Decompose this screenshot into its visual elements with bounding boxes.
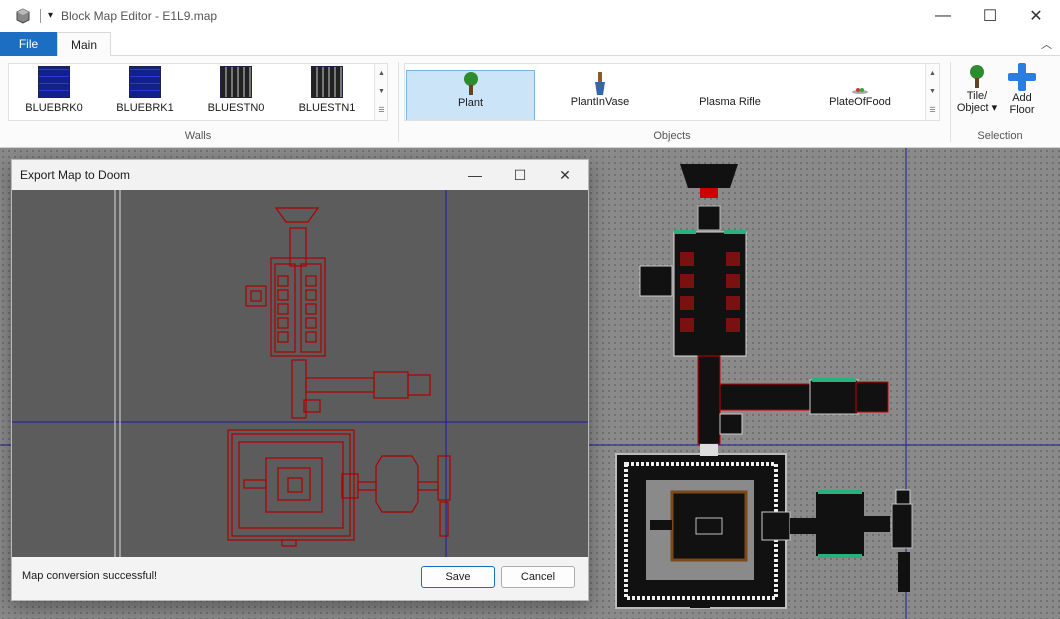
close-button[interactable]: ✕ <box>1013 0 1059 32</box>
object-item-plantinvase[interactable]: PlantInVase <box>555 70 645 120</box>
wall-label: BLUESTN0 <box>207 102 265 114</box>
wall-label: BLUEBRK1 <box>116 102 174 114</box>
bluebrk1-texture <box>129 66 161 98</box>
object-item-plateoffood[interactable]: PlateOfFood <box>815 70 905 120</box>
group-divider <box>950 62 951 142</box>
wall-item-bluebrk1[interactable]: BLUEBRK1 <box>100 66 190 120</box>
ribbon: BLUEBRK0 BLUEBRK1 BLUESTN0 BLUESTN1 ▲ ▼ … <box>0 56 1060 148</box>
walls-group-label: Walls <box>184 130 212 142</box>
title-bar: ▾ Block Map Editor - E1L9.map — ☐ ✕ <box>0 0 1060 32</box>
plus-icon <box>1008 63 1036 91</box>
object-item-plant[interactable]: Plant <box>406 70 535 120</box>
dialog-minimize-button: — <box>468 167 482 183</box>
ribbon-tabs: File Main ︿ <box>0 32 1060 57</box>
gallery-expand-icon[interactable]: ☰ <box>929 106 935 114</box>
walls-gallery-scroll[interactable]: ▲ ▼ ☰ <box>374 64 387 120</box>
dialog-close-button[interactable]: ✕ <box>542 160 588 190</box>
tab-main[interactable]: Main <box>57 32 111 57</box>
tab-file[interactable]: File <box>0 32 57 56</box>
selection-group-label: Selection <box>977 130 1023 142</box>
dialog-title: Export Map to Doom <box>20 168 131 182</box>
object-label: PlantInVase <box>570 96 630 108</box>
save-button[interactable]: Save <box>421 566 495 588</box>
add-floor-label-1: Add <box>1012 92 1032 104</box>
object-label: Plasma Rifle <box>699 96 761 108</box>
plant-icon <box>463 72 478 95</box>
plate-of-food-icon <box>852 88 868 94</box>
maximize-button[interactable]: ☐ <box>967 0 1013 32</box>
wall-label: BLUEBRK0 <box>25 102 83 114</box>
app-icon <box>16 8 30 24</box>
title-separator <box>40 9 41 23</box>
scroll-down-icon[interactable]: ▼ <box>929 88 936 95</box>
bluebrk0-texture <box>38 66 70 98</box>
object-label: Plant <box>457 97 484 109</box>
objects-gallery-scroll[interactable]: ▲ ▼ ☰ <box>925 64 939 120</box>
doom-map-preview[interactable] <box>12 190 588 557</box>
scroll-up-icon[interactable]: ▲ <box>929 70 936 77</box>
add-floor-button[interactable]: Add Floor <box>1002 62 1042 124</box>
plant-icon <box>970 65 984 88</box>
object-item-plasma-rifle[interactable]: Plasma Rifle <box>685 70 775 120</box>
group-divider <box>398 62 399 142</box>
dialog-footer: Map conversion successful! Save Cancel <box>12 557 588 600</box>
dialog-maximize-button[interactable]: ☐ <box>497 160 543 190</box>
walls-gallery: BLUEBRK0 BLUEBRK1 BLUESTN0 BLUESTN1 ▲ ▼ … <box>8 63 388 121</box>
gallery-expand-icon[interactable]: ☰ <box>378 106 384 114</box>
tile-object-button[interactable]: Tile/ Object ▾ <box>955 64 999 126</box>
wall-item-bluestn0[interactable]: BLUESTN0 <box>191 66 281 120</box>
wall-item-bluebrk0[interactable]: BLUEBRK0 <box>9 66 99 120</box>
add-floor-label-2: Floor <box>1009 104 1035 116</box>
window-title: Block Map Editor - E1L9.map <box>61 9 218 23</box>
collapse-ribbon-icon[interactable]: ︿ <box>1041 36 1052 52</box>
objects-gallery: Plant PlantInVase Plasma Rifle PlateOfFo… <box>404 63 940 121</box>
tile-object-label-1: Tile/ <box>966 90 988 102</box>
bluestn1-texture <box>311 66 343 98</box>
cancel-button[interactable]: Cancel <box>501 566 575 588</box>
doom-map-drawing <box>12 190 588 557</box>
export-dialog: Export Map to Doom — ☐ ✕ Map conversion … <box>11 159 589 601</box>
bluestn0-texture <box>220 66 252 98</box>
scroll-up-icon[interactable]: ▲ <box>378 70 385 77</box>
object-label: PlateOfFood <box>829 96 891 108</box>
quick-access-menu-icon[interactable]: ▾ <box>48 10 53 21</box>
wall-label: BLUESTN1 <box>298 102 356 114</box>
wall-item-bluestn1[interactable]: BLUESTN1 <box>282 66 372 120</box>
status-message: Map conversion successful! <box>22 570 158 582</box>
objects-group-label: Objects <box>653 130 691 142</box>
scroll-down-icon[interactable]: ▼ <box>378 88 385 95</box>
plant-in-vase-icon <box>595 72 605 95</box>
minimize-button[interactable]: — <box>920 0 966 32</box>
dialog-title-bar[interactable]: Export Map to Doom — ☐ ✕ <box>12 160 588 190</box>
tile-object-label-2: Object ▾ <box>956 102 998 114</box>
